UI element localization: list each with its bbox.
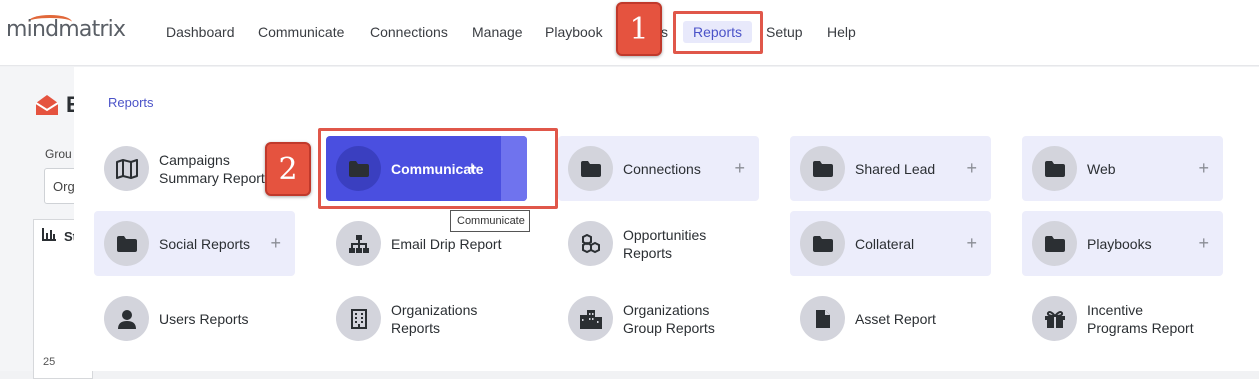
- tile-label: Shared Lead: [855, 160, 936, 177]
- nav-help[interactable]: Help: [827, 24, 856, 40]
- callout-highlight-communicate: [318, 128, 558, 209]
- gift-icon: [1032, 296, 1077, 341]
- folder-icon: [800, 146, 845, 191]
- user-icon: [104, 296, 149, 341]
- expand-plus-icon[interactable]: +: [966, 158, 977, 179]
- axis-tick-label: 25: [43, 356, 56, 368]
- tile-label: Incentive: [1087, 301, 1144, 318]
- group-label: Grou: [45, 147, 72, 161]
- tile-organizations-group-reports[interactable]: Organizations Group Reports: [558, 286, 759, 351]
- tile-incentive-programs-report[interactable]: Incentive Programs Report: [1022, 286, 1223, 351]
- folder-icon: [104, 221, 149, 266]
- sitemap-icon: [336, 221, 381, 266]
- nav-partially-hidden[interactable]: s: [661, 24, 668, 40]
- expand-plus-icon[interactable]: +: [966, 233, 977, 254]
- bar-chart-icon: [42, 228, 56, 241]
- folder-icon: [568, 146, 613, 191]
- nav-dashboard[interactable]: Dashboard: [166, 24, 235, 40]
- mindmatrix-logo[interactable]: mindmatrix: [6, 17, 126, 42]
- tile-organizations-reports[interactable]: Organizations Reports: [326, 286, 527, 351]
- tile-opportunities-reports[interactable]: Opportunities Reports: [558, 211, 759, 276]
- tile-label: Users Reports: [159, 310, 249, 327]
- tile-social-reports[interactable]: Social Reports +: [94, 211, 295, 276]
- tile-collateral[interactable]: Collateral +: [790, 211, 991, 276]
- breadcrumb-reports[interactable]: Reports: [108, 95, 154, 110]
- tooltip-communicate: Communicate: [450, 210, 530, 232]
- tile-label: Connections: [623, 160, 701, 177]
- tile-label: Playbooks: [1087, 235, 1152, 252]
- tile-playbooks[interactable]: Playbooks +: [1022, 211, 1223, 276]
- callout-badge-2: 2: [265, 142, 311, 196]
- tile-label: Programs Report: [1087, 319, 1194, 336]
- tile-web[interactable]: Web +: [1022, 136, 1223, 201]
- folder-icon: [1032, 221, 1077, 266]
- folder-icon: [800, 221, 845, 266]
- tile-label: Collateral: [855, 235, 915, 252]
- tile-label: Reports: [391, 319, 441, 336]
- tile-label: Asset Report: [855, 310, 936, 327]
- callout-highlight-reports: [673, 11, 763, 54]
- tile-label: Organizations: [623, 301, 710, 318]
- tile-label: Web: [1087, 160, 1116, 177]
- tile-label: Campaigns: [159, 151, 230, 168]
- folder-icon: [1032, 146, 1077, 191]
- tile-asset-report[interactable]: Asset Report: [790, 286, 991, 351]
- nav-manage[interactable]: Manage: [472, 24, 523, 40]
- map-icon: [104, 146, 149, 191]
- cubes-icon: [568, 221, 613, 266]
- nav-playbook[interactable]: Playbook: [545, 24, 603, 40]
- expand-plus-icon[interactable]: +: [1198, 158, 1209, 179]
- building-icon: [336, 296, 381, 341]
- tile-connections[interactable]: Connections +: [558, 136, 759, 201]
- tile-users-reports[interactable]: Users Reports: [94, 286, 295, 351]
- tile-label: Social Reports: [159, 235, 251, 252]
- tile-label: Summary Report: [159, 169, 265, 186]
- tile-label: Organizations: [391, 301, 478, 318]
- nav-communicate[interactable]: Communicate: [258, 24, 344, 40]
- envelope-icon: [35, 95, 59, 115]
- expand-plus-icon[interactable]: +: [270, 233, 281, 254]
- tile-label: Opportunities: [623, 226, 707, 243]
- tile-label: Reports: [623, 244, 673, 261]
- nav-setup[interactable]: Setup: [766, 24, 803, 40]
- tile-shared-lead[interactable]: Shared Lead +: [790, 136, 991, 201]
- city-icon: [568, 296, 613, 341]
- expand-plus-icon[interactable]: +: [734, 158, 745, 179]
- callout-badge-1: 1: [616, 2, 662, 56]
- file-icon: [800, 296, 845, 341]
- tile-label: Group Reports: [623, 319, 715, 336]
- nav-connections[interactable]: Connections: [370, 24, 448, 40]
- expand-plus-icon[interactable]: +: [1198, 233, 1209, 254]
